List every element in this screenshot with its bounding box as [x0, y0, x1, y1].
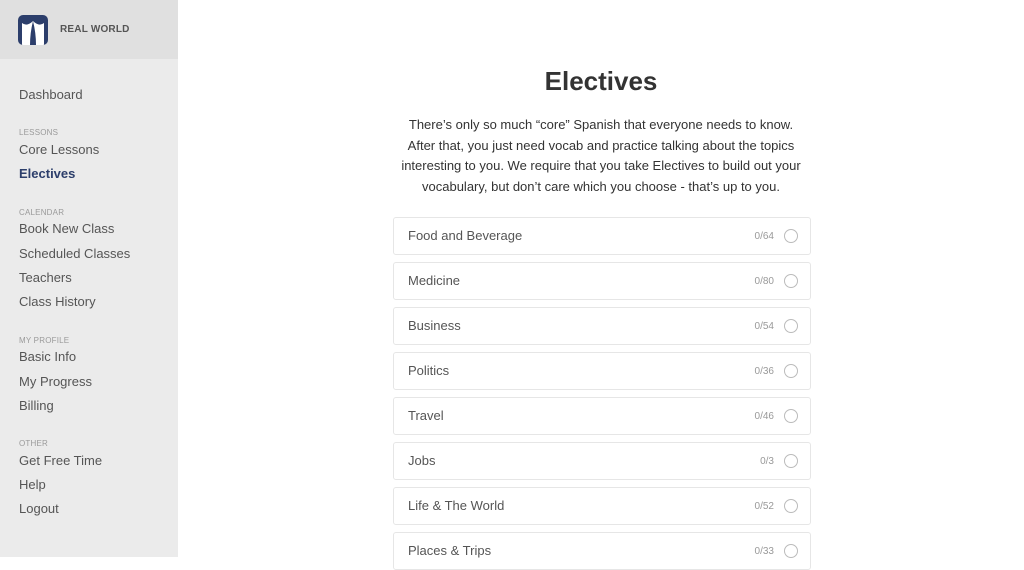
elective-label: Food and Beverage — [408, 228, 523, 243]
real-world-logo-icon — [18, 14, 48, 45]
elective-count: 0/3 — [760, 456, 774, 467]
sidebar-item-help[interactable]: Help — [19, 477, 46, 492]
elective-count: 0/52 — [754, 501, 774, 512]
section-heading-my-profile: MY PROFILE — [19, 336, 70, 345]
elective-row[interactable]: Places & Trips 0/33 — [393, 532, 811, 570]
sidebar-item-my-progress[interactable]: My Progress — [19, 374, 92, 389]
elective-row[interactable]: Food and Beverage 0/64 — [393, 217, 811, 255]
sidebar-item-electives[interactable]: Electives — [19, 166, 75, 181]
elective-row[interactable]: Jobs 0/3 — [393, 442, 811, 480]
sidebar-item-basic-info[interactable]: Basic Info — [19, 349, 76, 364]
elective-row[interactable]: Business 0/54 — [393, 307, 811, 345]
sidebar: REAL WORLD Dashboard LESSONS Core Lesson… — [0, 0, 178, 557]
sidebar-item-logout[interactable]: Logout — [19, 501, 59, 516]
elective-count: 0/36 — [754, 366, 774, 377]
elective-label: Jobs — [408, 453, 436, 468]
checkbox-circle-icon[interactable] — [784, 319, 798, 333]
intro-text: There’s only so much “core” Spanish that… — [401, 117, 801, 194]
sidebar-item-core-lessons[interactable]: Core Lessons — [19, 142, 99, 157]
elective-count: 0/33 — [754, 546, 774, 557]
elective-label: Life & The World — [408, 498, 505, 513]
sidebar-item-dashboard[interactable]: Dashboard — [19, 87, 83, 102]
brand-name: REAL WORLD — [60, 24, 130, 35]
brand-header[interactable]: REAL WORLD — [0, 0, 178, 59]
elective-row[interactable]: Politics 0/36 — [393, 352, 811, 390]
checkbox-circle-icon[interactable] — [784, 544, 798, 558]
checkbox-circle-icon[interactable] — [784, 274, 798, 288]
checkbox-circle-icon[interactable] — [784, 229, 798, 243]
main-content: Electives There’s only so much “core” Sp… — [178, 0, 1024, 570]
elective-count: 0/54 — [754, 321, 774, 332]
elective-label: Politics — [408, 363, 450, 378]
sidebar-item-scheduled-classes[interactable]: Scheduled Classes — [19, 246, 130, 261]
sidebar-item-teachers[interactable]: Teachers — [19, 270, 72, 285]
checkbox-circle-icon[interactable] — [784, 364, 798, 378]
elective-count: 0/80 — [754, 276, 774, 287]
section-heading-lessons: LESSONS — [19, 128, 59, 137]
checkbox-circle-icon[interactable] — [784, 499, 798, 513]
sidebar-item-book-new-class[interactable]: Book New Class — [19, 221, 114, 236]
sidebar-item-billing[interactable]: Billing — [19, 398, 54, 413]
checkbox-circle-icon[interactable] — [784, 409, 798, 423]
elective-label: Business — [408, 318, 461, 333]
sidebar-item-class-history[interactable]: Class History — [19, 294, 96, 309]
elective-row[interactable]: Travel 0/46 — [393, 397, 811, 435]
sidebar-item-get-free-time[interactable]: Get Free Time — [19, 453, 102, 468]
elective-label: Places & Trips — [408, 543, 492, 558]
checkbox-circle-icon[interactable] — [784, 454, 798, 468]
section-heading-calendar: CALENDAR — [19, 208, 65, 217]
elective-label: Medicine — [408, 273, 461, 288]
elective-row[interactable]: Life & The World 0/52 — [393, 487, 811, 525]
page-title: Electives — [544, 66, 658, 96]
elective-count: 0/46 — [754, 411, 774, 422]
elective-count: 0/64 — [754, 231, 774, 242]
elective-row[interactable]: Medicine 0/80 — [393, 262, 811, 300]
section-heading-other: OTHER — [19, 439, 48, 448]
elective-label: Travel — [408, 408, 444, 423]
